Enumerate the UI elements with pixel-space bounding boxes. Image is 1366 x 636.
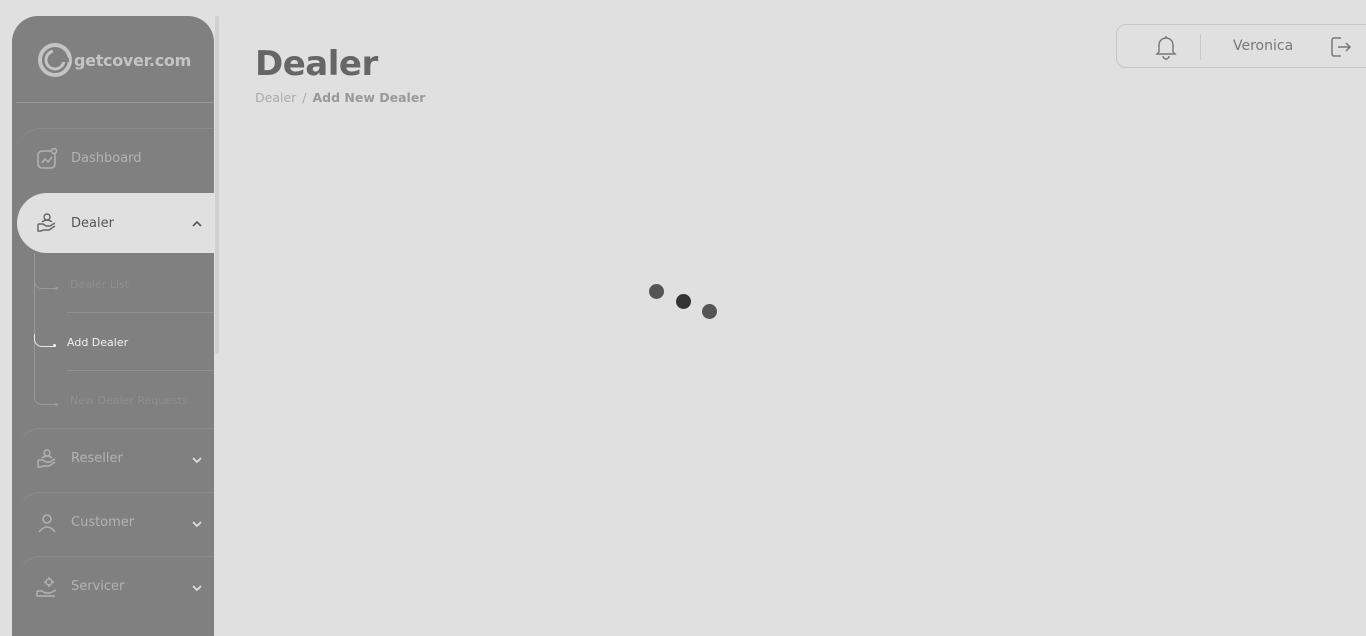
logo-text: getcover.com bbox=[74, 50, 191, 70]
subnav-tree-line bbox=[34, 253, 35, 393]
subnav-connector bbox=[34, 392, 55, 405]
loader-dot bbox=[702, 304, 717, 319]
subnav-dot bbox=[55, 403, 58, 406]
chevron-down-icon[interactable] bbox=[190, 517, 204, 531]
user-toolbar: Veronica bbox=[1116, 24, 1366, 68]
breadcrumb: Dealer / Add New Dealer bbox=[255, 90, 425, 105]
sidebar-item-label: Servicer bbox=[71, 579, 125, 594]
subnav-dot bbox=[53, 344, 56, 347]
brand-logo[interactable]: getcover.com bbox=[37, 40, 191, 80]
toolbar-divider bbox=[1200, 34, 1201, 60]
breadcrumb-parent[interactable]: Dealer bbox=[255, 90, 296, 105]
page-title: Dealer bbox=[255, 44, 378, 84]
sidebar-item-dashboard[interactable]: Dashboard bbox=[17, 128, 214, 188]
user-icon bbox=[35, 511, 59, 535]
sidebar: getcover.com Dashboard Dealer Dealer Lis… bbox=[12, 16, 214, 636]
subnav-dot bbox=[55, 287, 58, 290]
logo-divider bbox=[16, 102, 214, 103]
subnav-connector bbox=[34, 334, 55, 347]
subnav-divider bbox=[67, 312, 214, 313]
subnav-item-new-dealer-requests[interactable]: New Dealer Requests bbox=[70, 394, 188, 407]
sidebar-item-label: Dashboard bbox=[71, 151, 142, 166]
sidebar-item-label: Dealer bbox=[71, 215, 114, 231]
sidebar-scrollbar[interactable] bbox=[215, 16, 219, 354]
chart-trend-icon bbox=[35, 147, 59, 171]
chevron-down-icon[interactable] bbox=[190, 581, 204, 595]
chevron-up-icon[interactable] bbox=[190, 217, 204, 231]
sidebar-item-reseller[interactable]: Reseller bbox=[17, 428, 214, 488]
subnav-item-dealer-list[interactable]: Dealer List bbox=[70, 278, 129, 291]
user-name[interactable]: Veronica bbox=[1233, 38, 1293, 54]
loader-dot bbox=[676, 294, 691, 309]
subnav-item-add-dealer[interactable]: Add Dealer bbox=[67, 336, 128, 349]
breadcrumb-separator: / bbox=[302, 90, 307, 105]
sidebar-item-label: Reseller bbox=[71, 451, 123, 466]
reseller-handshake-icon bbox=[35, 447, 59, 471]
breadcrumb-current: Add New Dealer bbox=[312, 90, 426, 105]
sidebar-item-label: Customer bbox=[71, 515, 135, 530]
sidebar-item-servicer[interactable]: Servicer bbox=[17, 556, 214, 616]
dealer-handshake-icon bbox=[35, 211, 59, 235]
bell-icon[interactable] bbox=[1153, 34, 1179, 60]
loader-dot bbox=[649, 284, 664, 299]
logo-mark-icon bbox=[38, 43, 72, 77]
subnav-divider bbox=[67, 370, 214, 371]
servicer-hand-gear-icon bbox=[35, 575, 59, 599]
chevron-down-icon[interactable] bbox=[190, 453, 204, 467]
logout-icon[interactable] bbox=[1328, 35, 1352, 59]
sidebar-item-dealer[interactable]: Dealer bbox=[17, 193, 214, 253]
subnav-connector bbox=[34, 276, 55, 289]
sidebar-item-customer[interactable]: Customer bbox=[17, 492, 214, 552]
